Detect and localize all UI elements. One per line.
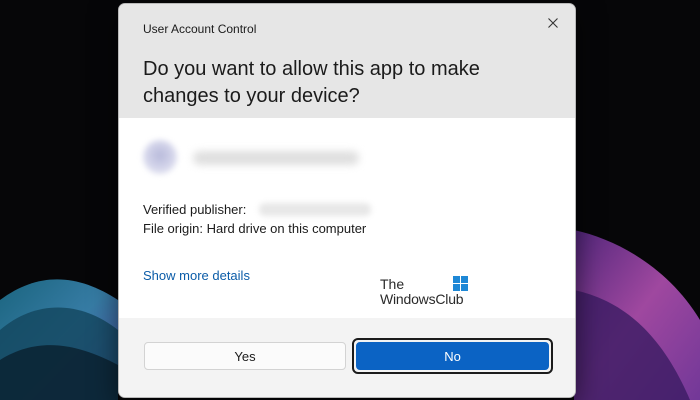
file-origin-text: File origin: Hard drive on this computer	[143, 221, 367, 236]
close-icon	[548, 18, 558, 28]
verified-publisher-label: Verified publisher:	[143, 202, 247, 217]
yes-button[interactable]: Yes	[144, 342, 346, 370]
windows-logo-icon	[453, 276, 468, 291]
watermark-line1: The	[380, 276, 405, 292]
watermark-line2: WindowsClub	[380, 291, 464, 307]
dialog-header: User Account Control Do you want to allo…	[119, 4, 575, 118]
dialog-question: Do you want to allow this app to make ch…	[143, 58, 480, 107]
uac-dialog: User Account Control Do you want to allo…	[118, 3, 576, 398]
watermark: The WindowsClub	[380, 276, 472, 310]
app-icon	[143, 140, 177, 174]
show-more-details-link[interactable]: Show more details	[143, 268, 250, 283]
dialog-title: User Account Control	[143, 22, 257, 36]
publisher-redacted	[259, 203, 371, 216]
no-button[interactable]: No	[356, 342, 549, 370]
close-button[interactable]	[537, 10, 569, 36]
app-name-redacted	[193, 151, 359, 165]
